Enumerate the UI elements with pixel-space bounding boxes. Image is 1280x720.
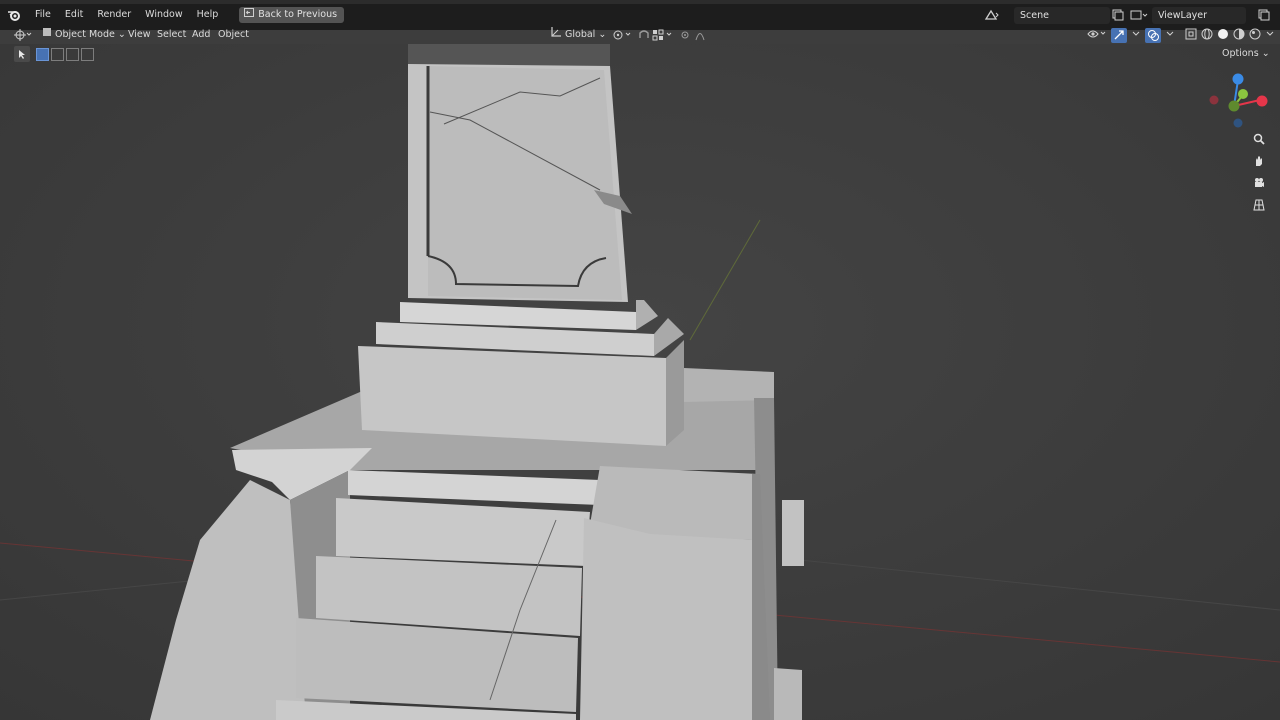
select-tool-icon[interactable]: [14, 46, 30, 62]
viewport-right-header: [1087, 27, 1275, 43]
right-block-top: [684, 368, 774, 402]
chevron-down-icon: ⌄: [598, 29, 607, 40]
pan-icon[interactable]: [1250, 153, 1268, 169]
orientation-icon: [550, 26, 562, 45]
xray-icon[interactable]: [1185, 28, 1197, 43]
gizmo-x-axis: [1256, 95, 1268, 107]
gizmo-z-axis: [1232, 73, 1244, 85]
zoom-icon[interactable]: [1250, 131, 1268, 147]
shading-material-icon[interactable]: [1233, 28, 1245, 43]
main-menu: File Edit Render Window Help Back to Pre…: [0, 6, 345, 24]
view-layer-name-field[interactable]: ViewLayer: [1152, 6, 1246, 24]
overlay-dropdown-icon[interactable]: [1165, 29, 1175, 42]
menu-window[interactable]: Window: [138, 6, 189, 24]
options-dropdown[interactable]: Options ⌄: [1222, 46, 1270, 62]
navigation-gizmo[interactable]: [1204, 68, 1274, 132]
orientation-label: Global: [565, 29, 596, 40]
view-layer-icon: [1130, 9, 1152, 21]
select-mode-tools: [14, 46, 94, 62]
visibility-icon[interactable]: [1087, 28, 1107, 43]
viewport-navigation: [1249, 131, 1269, 213]
back-to-previous-button[interactable]: Back to Previous: [239, 7, 345, 23]
menu-file[interactable]: File: [28, 6, 58, 24]
select-new-icon[interactable]: [36, 47, 49, 61]
view-menu[interactable]: View: [128, 26, 151, 44]
new-scene-icon[interactable]: [1112, 9, 1128, 21]
gizmo-y-axis: [1238, 89, 1248, 99]
object-mode-icon: [42, 26, 52, 44]
gizmo-dropdown-icon[interactable]: [1131, 29, 1141, 42]
orientation-dropdown[interactable]: Global ⌄: [550, 26, 606, 44]
scene-icon: [984, 9, 1004, 21]
editor-type-icon[interactable]: [14, 26, 32, 44]
options-label: Options: [1222, 48, 1259, 59]
back-icon: [244, 7, 255, 23]
proportional-icon[interactable]: [680, 26, 710, 44]
blender-logo-icon[interactable]: [0, 6, 28, 24]
stele-top: [408, 44, 610, 66]
snap-target-icon[interactable]: [652, 26, 674, 44]
select-subtract-icon[interactable]: [66, 47, 79, 61]
menu-render[interactable]: Render: [90, 6, 138, 24]
perspective-icon[interactable]: [1250, 197, 1268, 213]
pedestal-front: [358, 346, 666, 446]
shading-solid-icon[interactable]: [1217, 28, 1229, 43]
viewport-scene: [0, 44, 1280, 720]
chevron-down-icon: ⌄: [1261, 48, 1270, 59]
gizmo-icon[interactable]: [1111, 27, 1127, 43]
add-menu[interactable]: Add: [192, 26, 210, 44]
back-to-previous-label: Back to Previous: [258, 9, 338, 20]
chevron-down-icon: ⌄: [117, 29, 126, 40]
object-mode-dropdown[interactable]: Object Mode ⌄: [42, 26, 126, 44]
title-strip: [0, 0, 1280, 4]
shading-wireframe-icon[interactable]: [1201, 28, 1213, 43]
3d-viewport[interactable]: [0, 44, 1280, 720]
select-menu[interactable]: Select: [157, 26, 186, 44]
menu-help[interactable]: Help: [190, 6, 226, 24]
scene-selector[interactable]: Scene: [984, 6, 1128, 24]
object-mode-label: Object Mode: [55, 29, 115, 40]
select-extend-icon[interactable]: [51, 47, 64, 61]
menu-edit[interactable]: Edit: [58, 6, 90, 24]
overlay-icon[interactable]: [1145, 27, 1161, 43]
view-layer-selector[interactable]: ViewLayer: [1130, 6, 1272, 24]
new-view-layer-icon[interactable]: [1258, 9, 1272, 21]
pivot-icon[interactable]: [612, 26, 634, 44]
select-intersect-icon[interactable]: [81, 47, 94, 61]
shading-dropdown-icon[interactable]: [1265, 29, 1275, 42]
camera-icon[interactable]: [1250, 175, 1268, 191]
object-menu[interactable]: Object: [218, 26, 249, 44]
snap-icon[interactable]: [638, 26, 650, 44]
scene-name-field[interactable]: Scene: [1014, 6, 1110, 24]
shading-rendered-icon[interactable]: [1249, 28, 1261, 43]
